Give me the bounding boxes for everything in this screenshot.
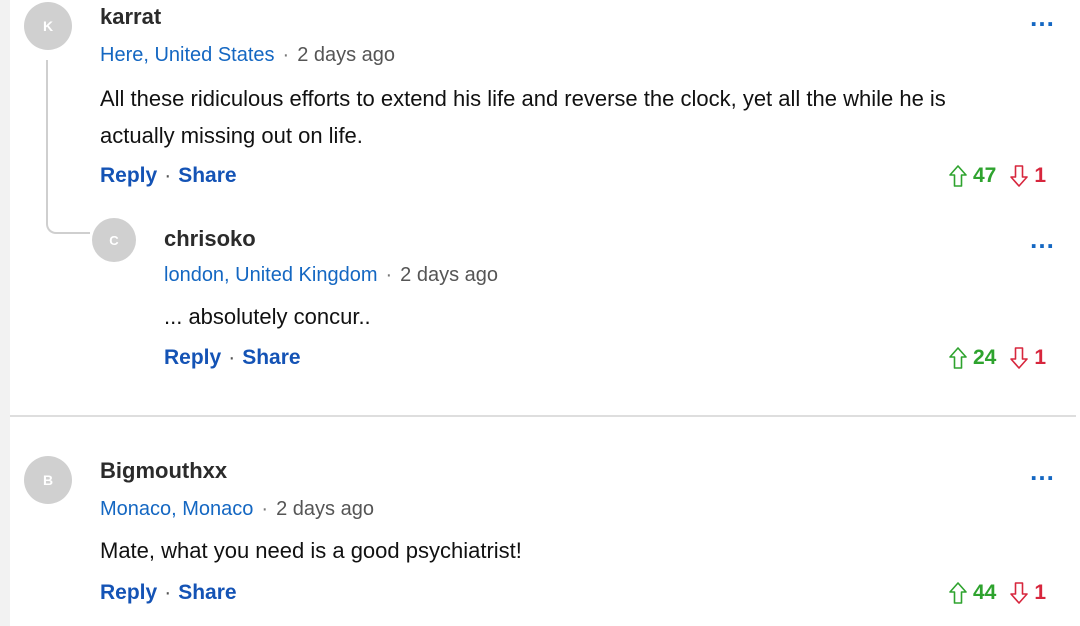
avatar-initial: C <box>109 232 119 248</box>
avatar-initial: B <box>42 472 54 488</box>
avatar-initial: K <box>42 18 54 34</box>
comment-text: Mate, what you need is a good psychiatri… <box>100 538 522 563</box>
action-separator: · <box>164 581 172 604</box>
reply-button[interactable]: Reply <box>164 346 221 369</box>
action-separator: · <box>164 164 172 187</box>
comment-text: ... absolutely concur.. <box>164 304 371 329</box>
comment-time: 2 days ago <box>297 44 396 66</box>
comment-meta: london, United Kingdom · 2 days ago <box>164 264 498 287</box>
comment-time: 2 days ago <box>400 264 499 286</box>
upvote-button[interactable]: 24 <box>949 346 996 370</box>
more-options-icon[interactable]: … <box>1026 4 1056 30</box>
meta-separator: · <box>385 264 393 286</box>
arrow-up-outline-icon <box>949 582 967 604</box>
downvote-button[interactable]: 1 <box>1010 164 1046 188</box>
downvote-button[interactable]: 1 <box>1010 346 1046 370</box>
action-separator: · <box>228 346 236 369</box>
comment-actions: Reply · Share <box>100 581 237 605</box>
comment-actions: Reply · Share <box>100 164 237 188</box>
comment-actions: Reply · Share <box>164 346 301 370</box>
downvote-count: 1 <box>1034 346 1046 369</box>
arrow-down-outline-icon <box>1010 347 1029 369</box>
comment-divider <box>10 415 1076 417</box>
comment-username[interactable]: Bigmouthxx <box>100 458 227 484</box>
more-options-icon[interactable]: … <box>1026 458 1056 484</box>
vote-controls: 24 1 <box>949 346 1046 370</box>
upvote-count: 24 <box>972 346 997 369</box>
more-options-icon[interactable]: … <box>1026 226 1056 252</box>
share-button[interactable]: Share <box>178 581 236 604</box>
comment-username[interactable]: karrat <box>100 4 161 30</box>
downvote-count: 1 <box>1034 581 1046 604</box>
upvote-button[interactable]: 44 <box>949 581 996 605</box>
arrow-down-outline-icon <box>1010 165 1029 187</box>
vote-controls: 47 1 <box>949 164 1046 188</box>
arrow-down-outline-icon <box>1010 582 1029 604</box>
comment-meta: Monaco, Monaco · 2 days ago <box>100 498 374 521</box>
avatar[interactable]: B <box>24 456 72 504</box>
upvote-button[interactable]: 47 <box>949 164 996 188</box>
share-button[interactable]: Share <box>242 346 300 369</box>
avatar[interactable]: C <box>92 218 136 262</box>
arrow-up-outline-icon <box>949 165 967 187</box>
arrow-up-outline-icon <box>949 347 967 369</box>
reply-button[interactable]: Reply <box>100 581 157 604</box>
thread-connector-line <box>46 60 90 234</box>
comment-location: Monaco, Monaco <box>100 498 254 520</box>
reply-button[interactable]: Reply <box>100 164 157 187</box>
meta-separator: · <box>261 498 269 520</box>
comment-location: london, United Kingdom <box>164 264 378 286</box>
upvote-count: 44 <box>972 581 997 604</box>
upvote-count: 47 <box>972 164 997 187</box>
meta-separator: · <box>282 44 290 66</box>
page-left-margin <box>0 0 10 626</box>
comment-username[interactable]: chrisoko <box>164 226 256 252</box>
comment-text: All these ridiculous efforts to extend h… <box>100 86 946 148</box>
downvote-count: 1 <box>1034 164 1046 187</box>
share-button[interactable]: Share <box>178 164 236 187</box>
downvote-button[interactable]: 1 <box>1010 581 1046 605</box>
avatar[interactable]: K <box>24 2 72 50</box>
comment-meta: Here, United States · 2 days ago <box>100 44 395 67</box>
comment-location: Here, United States <box>100 44 275 66</box>
comment-time: 2 days ago <box>276 498 374 520</box>
vote-controls: 44 1 <box>949 581 1046 605</box>
